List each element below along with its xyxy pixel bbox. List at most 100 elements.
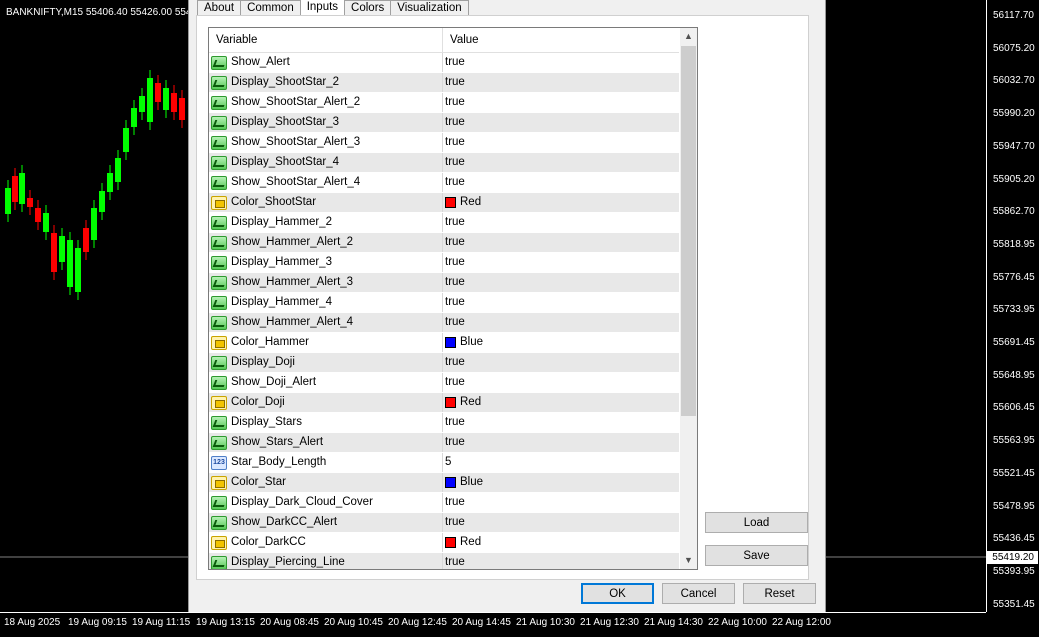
column-header-variable[interactable]: Variable xyxy=(209,28,443,52)
table-row[interactable]: Show_Hammer_Alert_2 true xyxy=(209,233,679,253)
value-cell[interactable]: Blue xyxy=(443,333,679,352)
variable-value: Red xyxy=(460,536,482,548)
column-header-value[interactable]: Value xyxy=(443,28,679,52)
table-row[interactable]: Color_Star Blue xyxy=(209,473,679,493)
scroll-up-icon[interactable]: ▲ xyxy=(680,28,697,45)
variable-cell: Color_Hammer xyxy=(209,333,443,352)
candle-body xyxy=(179,98,185,120)
table-row[interactable]: Display_Hammer_3 true xyxy=(209,253,679,273)
variable-value: true xyxy=(445,556,465,568)
price-axis: 56117.70 56075.20 56032.70 55990.20 55947.70… xyxy=(986,0,1039,612)
table-row[interactable]: 123 Star_Body_Length 5 xyxy=(209,453,679,473)
value-cell[interactable]: true xyxy=(443,373,679,392)
value-cell[interactable]: Blue xyxy=(443,473,679,492)
value-cell[interactable]: 5 xyxy=(443,453,679,472)
variable-name: Show_Hammer_Alert_4 xyxy=(231,316,354,328)
color-swatch xyxy=(445,477,456,488)
table-row[interactable]: Display_Piercing_Line true xyxy=(209,553,679,569)
variable-name: Display_ShootStar_2 xyxy=(231,76,340,88)
table-row[interactable]: Show_Alert true xyxy=(209,53,679,73)
variable-cell: Display_Hammer_2 xyxy=(209,213,443,232)
boolean-type-icon xyxy=(211,295,227,310)
value-cell[interactable]: true xyxy=(443,233,679,252)
value-cell[interactable]: true xyxy=(443,73,679,92)
candle-body xyxy=(27,198,33,207)
value-cell[interactable]: true xyxy=(443,213,679,232)
table-row[interactable]: Show_ShootStar_Alert_4 true xyxy=(209,173,679,193)
table-row[interactable]: Display_Stars true xyxy=(209,413,679,433)
value-cell[interactable]: Red xyxy=(443,193,679,212)
value-cell[interactable]: true xyxy=(443,253,679,272)
value-cell[interactable]: true xyxy=(443,113,679,132)
table-row[interactable]: Show_Hammer_Alert_3 true xyxy=(209,273,679,293)
variable-value: true xyxy=(445,176,465,188)
variable-value: true xyxy=(445,96,465,108)
boolean-type-icon xyxy=(211,355,227,370)
value-cell[interactable]: true xyxy=(443,93,679,112)
variable-cell: Color_Doji xyxy=(209,393,443,412)
table-row[interactable]: Display_Doji true xyxy=(209,353,679,373)
table-row[interactable]: Display_Hammer_4 true xyxy=(209,293,679,313)
value-cell[interactable]: true xyxy=(443,353,679,372)
boolean-type-icon xyxy=(211,175,227,190)
value-cell[interactable]: Red xyxy=(443,393,679,412)
candle-body xyxy=(99,191,105,212)
value-cell[interactable]: true xyxy=(443,273,679,292)
value-cell[interactable]: true xyxy=(443,553,679,569)
candle-body xyxy=(35,208,41,222)
table-row[interactable]: Color_Hammer Blue xyxy=(209,333,679,353)
table-row[interactable]: Color_ShootStar Red xyxy=(209,193,679,213)
candle-body xyxy=(91,208,97,240)
table-row[interactable]: Display_Dark_Cloud_Cover true xyxy=(209,493,679,513)
table-row[interactable]: Show_ShootStar_Alert_3 true xyxy=(209,133,679,153)
variable-name: Display_ShootStar_4 xyxy=(231,156,340,168)
value-cell[interactable]: true xyxy=(443,313,679,332)
cancel-button[interactable]: Cancel xyxy=(662,583,735,604)
tab-visualization[interactable]: Visualization xyxy=(390,0,469,16)
load-button[interactable]: Load xyxy=(705,512,808,533)
price-tick-label: 56032.70 xyxy=(993,75,1035,87)
variable-value: true xyxy=(445,56,465,68)
scroll-down-icon[interactable]: ▼ xyxy=(680,552,697,569)
value-cell[interactable]: true xyxy=(443,53,679,72)
value-cell[interactable]: Red xyxy=(443,533,679,552)
value-cell[interactable]: true xyxy=(443,173,679,192)
color-type-icon xyxy=(211,395,227,410)
inputs-grid[interactable]: Variable Value Show_Alert true Display_Sho… xyxy=(208,27,698,570)
tab-inputs[interactable]: Inputs xyxy=(299,0,346,16)
table-row[interactable]: Show_ShootStar_Alert_2 true xyxy=(209,93,679,113)
value-cell[interactable]: true xyxy=(443,133,679,152)
table-row[interactable]: Show_Doji_Alert true xyxy=(209,373,679,393)
scroll-thumb[interactable] xyxy=(681,46,696,416)
table-row[interactable]: Show_Hammer_Alert_4 true xyxy=(209,313,679,333)
table-row[interactable]: Color_Doji Red xyxy=(209,393,679,413)
ok-button[interactable]: OK xyxy=(581,583,654,604)
tab-about[interactable]: About xyxy=(197,0,242,16)
table-row[interactable]: Display_ShootStar_2 true xyxy=(209,73,679,93)
table-row[interactable]: Show_Stars_Alert true xyxy=(209,433,679,453)
value-cell[interactable]: true xyxy=(443,153,679,172)
value-cell[interactable]: true xyxy=(443,493,679,512)
boolean-type-icon xyxy=(211,55,227,70)
variable-value: Red xyxy=(460,396,482,408)
price-tick-label: 55436.45 xyxy=(993,533,1035,545)
variable-value: true xyxy=(445,416,465,428)
tab-common[interactable]: Common xyxy=(240,0,301,16)
table-row[interactable]: Display_Hammer_2 true xyxy=(209,213,679,233)
candle-body xyxy=(67,240,73,287)
value-cell[interactable]: true xyxy=(443,293,679,312)
reset-button[interactable]: Reset xyxy=(743,583,816,604)
table-row[interactable]: Color_DarkCC Red xyxy=(209,533,679,553)
table-row[interactable]: Show_DarkCC_Alert true xyxy=(209,513,679,533)
variable-cell: Color_Star xyxy=(209,473,443,492)
table-row[interactable]: Display_ShootStar_3 true xyxy=(209,113,679,133)
table-row[interactable]: Display_ShootStar_4 true xyxy=(209,153,679,173)
value-cell[interactable]: true xyxy=(443,433,679,452)
variable-cell: Display_Doji xyxy=(209,353,443,372)
tab-colors[interactable]: Colors xyxy=(344,0,392,16)
save-button[interactable]: Save xyxy=(705,545,808,566)
variable-cell: Display_Dark_Cloud_Cover xyxy=(209,493,443,512)
vertical-scrollbar[interactable]: ▲ ▼ xyxy=(680,28,697,569)
value-cell[interactable]: true xyxy=(443,413,679,432)
value-cell[interactable]: true xyxy=(443,513,679,532)
